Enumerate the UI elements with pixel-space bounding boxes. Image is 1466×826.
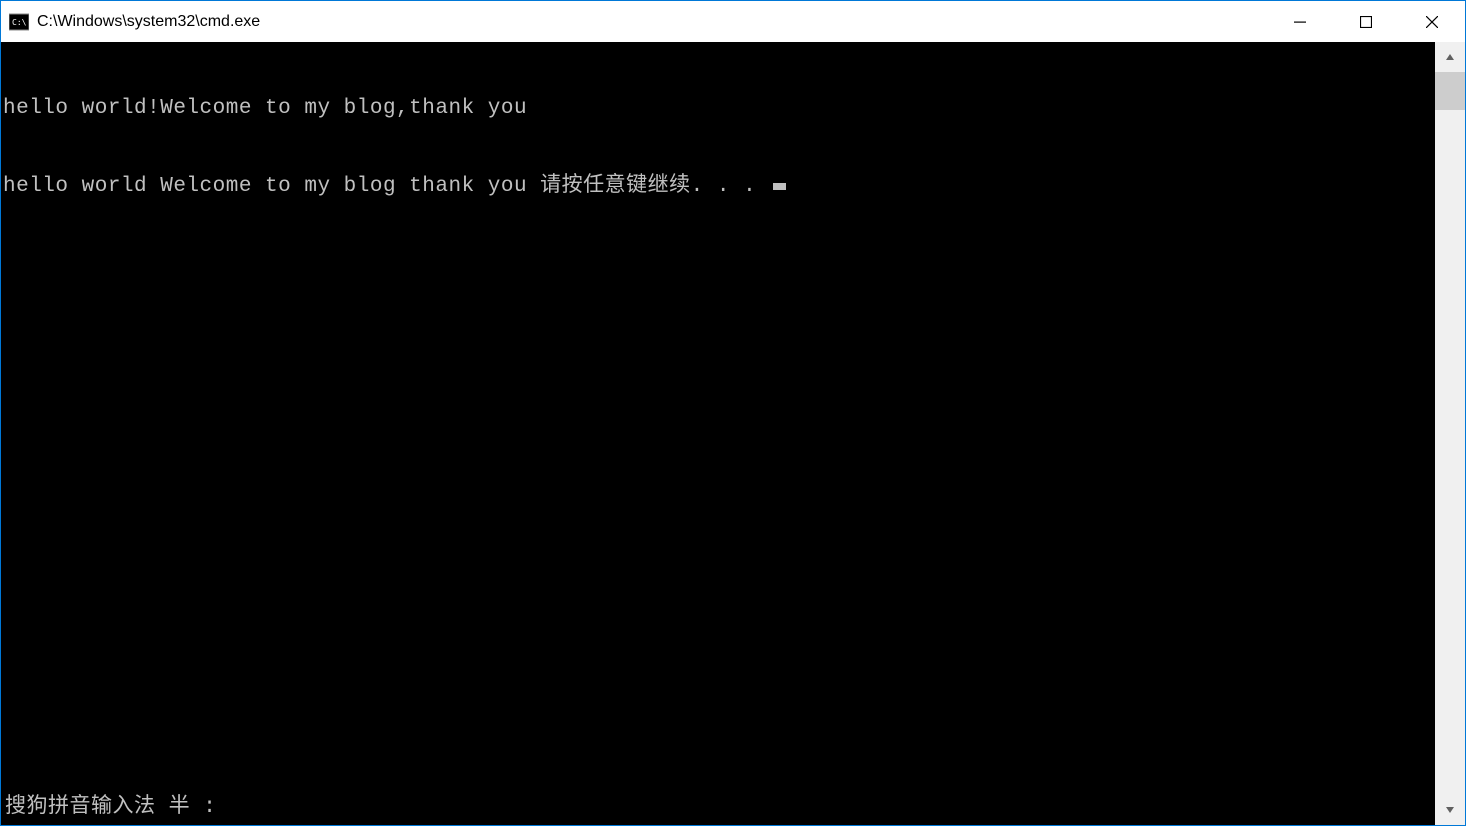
cmd-app-icon: C:\	[9, 12, 29, 32]
maximize-button[interactable]	[1333, 1, 1399, 42]
ime-status-text: 搜狗拼音输入法 半 :	[5, 796, 216, 819]
ime-status-bar: 搜狗拼音输入法 半 :	[5, 795, 216, 821]
terminal-output-1: hello world!Welcome to my blog,thank you	[3, 97, 527, 120]
content-area: hello world!Welcome to my blog,thank you…	[1, 42, 1465, 825]
terminal-output-2: hello world Welcome to my blog thank you…	[3, 175, 769, 198]
svg-text:C:\: C:\	[12, 18, 27, 27]
scroll-up-button[interactable]	[1435, 42, 1465, 72]
terminal[interactable]: hello world!Welcome to my blog,thank you…	[1, 42, 1435, 825]
titlebar[interactable]: C:\ C:\Windows\system32\cmd.exe	[1, 1, 1465, 42]
scrollbar-thumb[interactable]	[1435, 72, 1465, 110]
window-controls	[1267, 1, 1465, 42]
scrollbar-track[interactable]	[1435, 72, 1465, 795]
minimize-button[interactable]	[1267, 1, 1333, 42]
vertical-scrollbar[interactable]	[1435, 42, 1465, 825]
terminal-line: hello world!Welcome to my blog,thank you	[3, 96, 1435, 122]
window-title: C:\Windows\system32\cmd.exe	[37, 13, 260, 31]
close-button[interactable]	[1399, 1, 1465, 42]
terminal-body: hello world!Welcome to my blog,thank you…	[3, 44, 1435, 825]
terminal-line: hello world Welcome to my blog thank you…	[3, 174, 1435, 200]
scroll-down-button[interactable]	[1435, 795, 1465, 825]
cursor	[773, 183, 786, 190]
